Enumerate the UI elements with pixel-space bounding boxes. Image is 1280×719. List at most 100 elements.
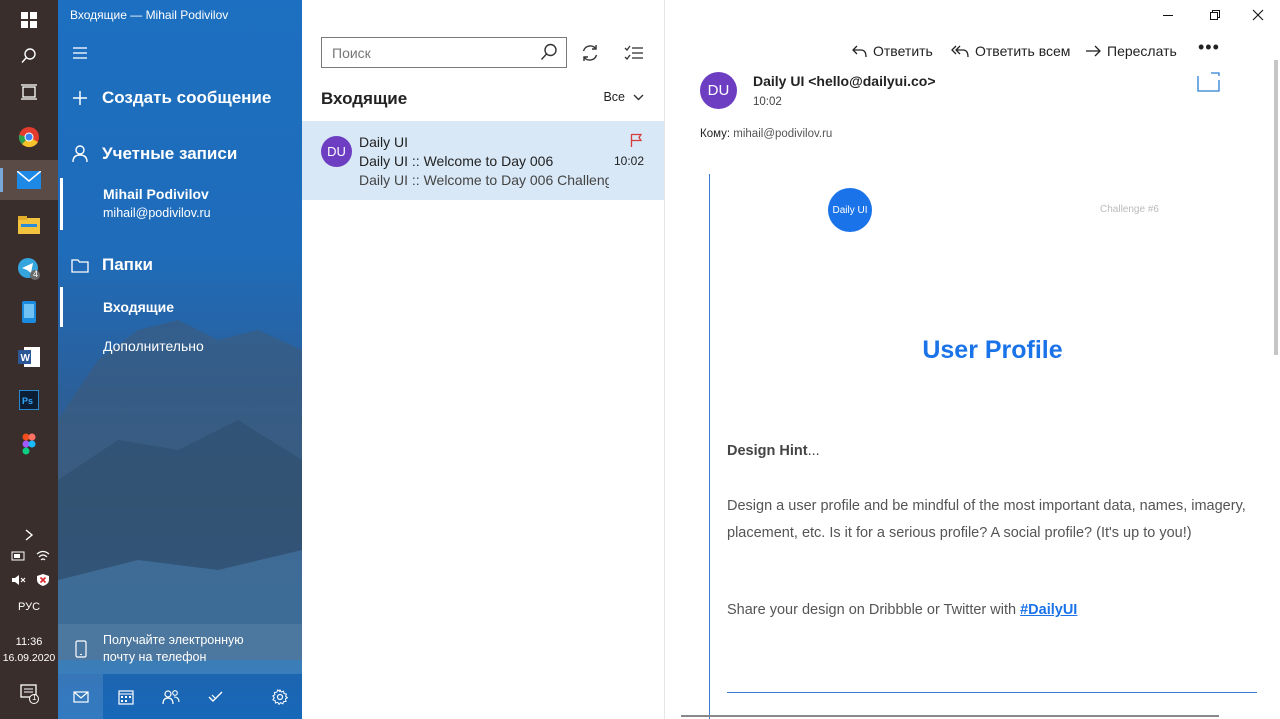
security-icon[interactable]: [36, 573, 50, 590]
forward-arrow-icon: [1086, 45, 1101, 57]
message-list-pane: Входящие Все DU Daily UI Daily UI :: Wel…: [302, 0, 665, 719]
folders-button[interactable]: Папки: [58, 253, 302, 277]
design-hint: Design Hint...: [727, 443, 820, 459]
language-indicator[interactable]: РУС: [0, 601, 58, 613]
folder-icon: [71, 258, 89, 273]
phone-app-icon: [22, 301, 36, 323]
reply-all-button[interactable]: Ответить всем: [951, 43, 1070, 59]
restore-button[interactable]: [1192, 0, 1238, 30]
edit-message-button[interactable]: [1197, 72, 1221, 95]
chrome-taskbar-button[interactable]: [0, 117, 58, 157]
mail-icon: [17, 171, 41, 189]
message-subject: Daily UI :: Welcome to Day 006: [359, 153, 554, 169]
message-sender: Daily UI: [359, 134, 409, 150]
scrollbar[interactable]: [1274, 60, 1278, 355]
navigation-pane: Входящие — Mihail Podivilov Создать сооб…: [58, 0, 302, 719]
folder-inbox[interactable]: Входящие: [58, 287, 302, 327]
svg-text:Ps: Ps: [22, 396, 33, 406]
task-view-button[interactable]: [0, 72, 58, 112]
search-box[interactable]: [321, 37, 567, 68]
sender-avatar: DU: [321, 136, 352, 167]
sender-avatar[interactable]: DU: [700, 72, 737, 109]
refresh-icon: [582, 45, 598, 61]
forward-button[interactable]: Переслать: [1085, 43, 1177, 59]
account-email: mihail@podivilov.ru: [103, 206, 211, 220]
message-time: 10:02: [753, 96, 782, 108]
reply-button[interactable]: Ответить: [851, 43, 933, 59]
account-item[interactable]: Mihail Podivilov mihail@podivilov.ru: [58, 178, 302, 230]
envelope-icon: [72, 690, 89, 703]
new-message-label: Создать сообщение: [102, 88, 272, 107]
settings-button[interactable]: [257, 674, 302, 719]
chevron-down-icon: [633, 94, 644, 100]
clock-time[interactable]: 11:36: [0, 636, 58, 648]
telegram-taskbar-button[interactable]: 4: [0, 249, 58, 289]
photoshop-taskbar-button[interactable]: Ps: [0, 380, 58, 420]
people-switch-button[interactable]: [148, 674, 193, 719]
phone-taskbar-button[interactable]: [0, 292, 58, 332]
folder-more[interactable]: Дополнительно: [58, 326, 302, 366]
sync-button[interactable]: [576, 40, 604, 66]
divider: [727, 692, 1257, 693]
search-input[interactable]: [332, 44, 532, 61]
account-name: Mihail Podivilov: [103, 186, 209, 202]
volume-muted-icon[interactable]: [11, 574, 27, 589]
hint-rest: ...: [807, 443, 820, 459]
bottom-divider: [681, 715, 1219, 717]
edit-icon: [1197, 72, 1220, 92]
filter-dropdown[interactable]: Все: [603, 90, 644, 104]
more-icon: •••: [1198, 37, 1220, 57]
new-message-button[interactable]: Создать сообщение: [58, 86, 302, 110]
selection-mode-button[interactable]: [620, 40, 648, 66]
explorer-taskbar-button[interactable]: [0, 205, 58, 245]
message-item[interactable]: DU Daily UI Daily UI :: Welcome to Day 0…: [302, 121, 664, 200]
reply-all-label: Ответить всем: [975, 43, 1071, 59]
minimize-button[interactable]: [1145, 0, 1191, 30]
sender-name: Daily UI: [753, 73, 805, 89]
folder-icon: [18, 216, 40, 234]
sender-line[interactable]: Daily UI <hello@dailyui.co>: [753, 73, 936, 89]
person-icon: [72, 145, 88, 163]
folder-more-label: Дополнительно: [103, 338, 204, 354]
checkmark-icon: [208, 691, 222, 702]
more-actions-button[interactable]: •••: [1198, 37, 1220, 58]
hint-bold: Design Hint: [727, 443, 808, 459]
calendar-switch-button[interactable]: [103, 674, 148, 719]
hamburger-menu-button[interactable]: [58, 42, 302, 64]
clock-date[interactable]: 16.09.2020: [0, 652, 58, 664]
photoshop-icon: Ps: [19, 390, 39, 410]
todo-switch-button[interactable]: [193, 674, 238, 719]
show-hidden-icons-button[interactable]: [0, 516, 58, 554]
to-label: Кому:: [700, 128, 731, 140]
accounts-button[interactable]: Учетные записи: [58, 142, 302, 166]
windows-icon: [21, 12, 37, 28]
wifi-icon[interactable]: [36, 550, 50, 565]
email-paragraph: Design a user profile and be mindful of …: [727, 498, 1246, 541]
get-mail-on-phone-button[interactable]: Получайте электронную почту на телефон: [58, 624, 302, 674]
mail-switch-button[interactable]: [58, 674, 103, 719]
mail-taskbar-button[interactable]: [0, 160, 58, 200]
forward-label: Переслать: [1107, 43, 1177, 59]
calendar-icon: [117, 689, 134, 705]
dailyui-hashtag-link[interactable]: #DailyUI: [1020, 602, 1077, 618]
figma-taskbar-button[interactable]: [0, 424, 58, 464]
action-center-button[interactable]: 1: [20, 684, 40, 707]
flag-button[interactable]: [630, 133, 643, 151]
figma-icon: [22, 433, 36, 455]
close-button[interactable]: [1235, 0, 1280, 30]
share-text: Share your design on Dribbble or Twitter…: [727, 602, 1021, 618]
checklist-icon: [624, 45, 643, 60]
message-preview: Daily UI :: Welcome to Day 006 Challenge: [359, 172, 609, 188]
notification-icon: [20, 684, 39, 704]
battery-icon[interactable]: [11, 550, 27, 565]
chevron-right-icon: [25, 529, 34, 541]
word-taskbar-button[interactable]: W: [0, 337, 58, 377]
to-value[interactable]: mihail@podivilov.ru: [733, 128, 832, 140]
people-icon: [161, 689, 180, 704]
email-body: Daily UI Challenge #6 User Profile Desig…: [709, 174, 1257, 719]
chrome-icon: [18, 127, 39, 148]
start-button[interactable]: [0, 0, 58, 40]
search-button[interactable]: [540, 43, 558, 64]
taskbar: 4 W Ps РУС 11:36 16.09.2020 1: [0, 0, 58, 719]
search-taskbar-button[interactable]: [0, 36, 58, 76]
